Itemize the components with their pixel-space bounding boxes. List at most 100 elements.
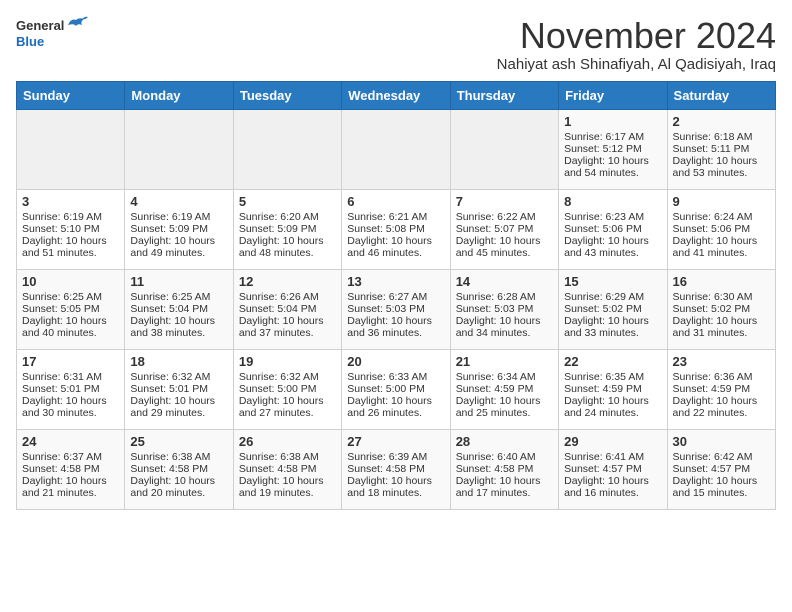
cell-info-line: and 45 minutes.	[456, 247, 553, 259]
calendar-cell	[125, 109, 233, 189]
weekday-header-row: SundayMondayTuesdayWednesdayThursdayFrid…	[17, 81, 776, 109]
day-number: 11	[130, 274, 227, 289]
day-number: 25	[130, 434, 227, 449]
day-number: 27	[347, 434, 444, 449]
day-number: 30	[673, 434, 770, 449]
calendar-cell: 15Sunrise: 6:29 AMSunset: 5:02 PMDayligh…	[559, 269, 667, 349]
day-number: 6	[347, 194, 444, 209]
calendar-cell: 2Sunrise: 6:18 AMSunset: 5:11 PMDaylight…	[667, 109, 775, 189]
cell-info-line: and 34 minutes.	[456, 327, 553, 339]
cell-info-line: Sunset: 5:10 PM	[22, 223, 119, 235]
cell-info-line: Sunset: 5:11 PM	[673, 143, 770, 155]
cell-info-line: Daylight: 10 hours	[239, 475, 336, 487]
cell-info-line: Daylight: 10 hours	[456, 395, 553, 407]
cell-info-line: Sunrise: 6:25 AM	[130, 291, 227, 303]
cell-info-line: Sunset: 4:57 PM	[673, 463, 770, 475]
cell-info-line: Daylight: 10 hours	[456, 475, 553, 487]
cell-info-line: Daylight: 10 hours	[564, 315, 661, 327]
calendar-cell: 16Sunrise: 6:30 AMSunset: 5:02 PMDayligh…	[667, 269, 775, 349]
cell-info-line: Sunset: 5:02 PM	[564, 303, 661, 315]
calendar-cell: 20Sunrise: 6:33 AMSunset: 5:00 PMDayligh…	[342, 349, 450, 429]
cell-info-line: Sunset: 5:09 PM	[130, 223, 227, 235]
cell-info-line: and 41 minutes.	[673, 247, 770, 259]
cell-info-line: Sunrise: 6:17 AM	[564, 131, 661, 143]
cell-info-line: Sunset: 4:58 PM	[347, 463, 444, 475]
cell-info-line: Sunrise: 6:31 AM	[22, 371, 119, 383]
calendar-cell: 22Sunrise: 6:35 AMSunset: 4:59 PMDayligh…	[559, 349, 667, 429]
calendar-cell	[17, 109, 125, 189]
cell-info-line: Sunrise: 6:25 AM	[22, 291, 119, 303]
logo-blue: Blue	[16, 34, 88, 49]
cell-info-line: and 29 minutes.	[130, 407, 227, 419]
cell-info-line: Sunrise: 6:33 AM	[347, 371, 444, 383]
day-number: 19	[239, 354, 336, 369]
calendar-cell: 28Sunrise: 6:40 AMSunset: 4:58 PMDayligh…	[450, 429, 558, 509]
day-number: 2	[673, 114, 770, 129]
cell-info-line: Sunset: 5:12 PM	[564, 143, 661, 155]
calendar-cell: 11Sunrise: 6:25 AMSunset: 5:04 PMDayligh…	[125, 269, 233, 349]
cell-info-line: Daylight: 10 hours	[239, 315, 336, 327]
cell-info-line: Daylight: 10 hours	[673, 395, 770, 407]
cell-info-line: Sunset: 5:04 PM	[130, 303, 227, 315]
cell-info-line: Sunset: 5:03 PM	[456, 303, 553, 315]
day-number: 5	[239, 194, 336, 209]
calendar-cell: 21Sunrise: 6:34 AMSunset: 4:59 PMDayligh…	[450, 349, 558, 429]
calendar-cell: 18Sunrise: 6:32 AMSunset: 5:01 PMDayligh…	[125, 349, 233, 429]
cell-info-line: Sunrise: 6:19 AM	[22, 211, 119, 223]
cell-info-line: Sunrise: 6:22 AM	[456, 211, 553, 223]
day-number: 26	[239, 434, 336, 449]
day-number: 16	[673, 274, 770, 289]
calendar-cell	[233, 109, 341, 189]
cell-info-line: Daylight: 10 hours	[22, 235, 119, 247]
cell-info-line: Sunrise: 6:19 AM	[130, 211, 227, 223]
calendar-cell: 6Sunrise: 6:21 AMSunset: 5:08 PMDaylight…	[342, 189, 450, 269]
calendar-cell: 30Sunrise: 6:42 AMSunset: 4:57 PMDayligh…	[667, 429, 775, 509]
cell-info-line: Daylight: 10 hours	[22, 395, 119, 407]
day-number: 12	[239, 274, 336, 289]
cell-info-line: Daylight: 10 hours	[564, 475, 661, 487]
weekday-header-sunday: Sunday	[17, 81, 125, 109]
cell-info-line: Sunrise: 6:28 AM	[456, 291, 553, 303]
cell-info-line: and 48 minutes.	[239, 247, 336, 259]
cell-info-line: and 31 minutes.	[673, 327, 770, 339]
calendar-cell: 25Sunrise: 6:38 AMSunset: 4:58 PMDayligh…	[125, 429, 233, 509]
cell-info-line: Sunrise: 6:41 AM	[564, 451, 661, 463]
cell-info-line: Sunrise: 6:36 AM	[673, 371, 770, 383]
cell-info-line: Sunrise: 6:40 AM	[456, 451, 553, 463]
cell-info-line: and 22 minutes.	[673, 407, 770, 419]
cell-info-line: and 30 minutes.	[22, 407, 119, 419]
calendar-cell	[450, 109, 558, 189]
calendar-table: SundayMondayTuesdayWednesdayThursdayFrid…	[16, 81, 776, 510]
logo: General Blue	[16, 16, 88, 49]
calendar-cell: 9Sunrise: 6:24 AMSunset: 5:06 PMDaylight…	[667, 189, 775, 269]
weekday-header-saturday: Saturday	[667, 81, 775, 109]
calendar-cell: 19Sunrise: 6:32 AMSunset: 5:00 PMDayligh…	[233, 349, 341, 429]
cell-info-line: and 51 minutes.	[22, 247, 119, 259]
day-number: 17	[22, 354, 119, 369]
cell-info-line: Daylight: 10 hours	[564, 395, 661, 407]
cell-info-line: Sunset: 5:01 PM	[130, 383, 227, 395]
weekday-header-tuesday: Tuesday	[233, 81, 341, 109]
calendar-cell: 14Sunrise: 6:28 AMSunset: 5:03 PMDayligh…	[450, 269, 558, 349]
cell-info-line: Sunrise: 6:20 AM	[239, 211, 336, 223]
cell-info-line: Daylight: 10 hours	[22, 475, 119, 487]
cell-info-line: and 25 minutes.	[456, 407, 553, 419]
cell-info-line: Sunset: 4:58 PM	[22, 463, 119, 475]
cell-info-line: Daylight: 10 hours	[239, 395, 336, 407]
day-number: 28	[456, 434, 553, 449]
day-number: 3	[22, 194, 119, 209]
weekday-header-monday: Monday	[125, 81, 233, 109]
calendar-cell: 8Sunrise: 6:23 AMSunset: 5:06 PMDaylight…	[559, 189, 667, 269]
cell-info-line: and 37 minutes.	[239, 327, 336, 339]
cell-info-line: and 18 minutes.	[347, 487, 444, 499]
cell-info-line: Daylight: 10 hours	[347, 315, 444, 327]
cell-info-line: and 16 minutes.	[564, 487, 661, 499]
cell-info-line: and 54 minutes.	[564, 167, 661, 179]
weekday-header-wednesday: Wednesday	[342, 81, 450, 109]
calendar-cell: 23Sunrise: 6:36 AMSunset: 4:59 PMDayligh…	[667, 349, 775, 429]
cell-info-line: Daylight: 10 hours	[22, 315, 119, 327]
cell-info-line: Sunrise: 6:42 AM	[673, 451, 770, 463]
day-number: 7	[456, 194, 553, 209]
weekday-header-friday: Friday	[559, 81, 667, 109]
cell-info-line: Daylight: 10 hours	[564, 155, 661, 167]
